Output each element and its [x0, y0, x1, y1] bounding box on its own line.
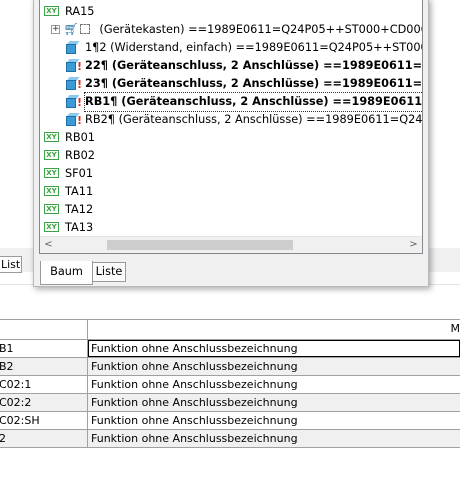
tree-node-label: 22¶ (Geräteanschluss, 2 Anschlüsse) ==19… [85, 59, 423, 72]
scroll-left-icon[interactable]: < [40, 237, 57, 253]
xy-icon: XY [44, 204, 59, 214]
tree-node-label: RB01 [65, 131, 95, 144]
cell-function[interactable]: Funktion ohne Anschlussbezeichnung [88, 394, 460, 411]
cell-designation[interactable]: C02:1 [0, 376, 88, 393]
cell-designation[interactable]: 2 [0, 430, 88, 447]
cell-designation[interactable]: B2 [0, 358, 88, 375]
xy-icon: XY [44, 150, 59, 160]
tree-node-rb02[interactable]: XY RB02 [44, 147, 95, 165]
tree-node-label: TA11 [65, 185, 94, 198]
grid-header-col1[interactable] [0, 320, 88, 339]
background-tab-liste[interactable]: Liste [0, 256, 22, 273]
cube-warning-icon: ! [66, 76, 82, 90]
cell-function[interactable]: Funktion ohne Anschlussbezeichnung [88, 358, 460, 375]
navigator-tree[interactable]: XY RA15 + 🛒︎ (Gerätekasten) ==1989E0611=Q… [39, 0, 423, 254]
screen: Liste M B1 Funktion ohne Anschlussbezeic… [0, 0, 460, 496]
tree-node-widerstand[interactable]: 1¶2 (Widerstand, einfach) ==1989E0611=Q2… [66, 39, 423, 57]
tree-node-label: (Gerätekasten) ==1989E0611=Q24P05++ST000… [99, 23, 423, 36]
tree-node-rb01[interactable]: XY RB01 [44, 129, 95, 147]
navigator-popup: XY RA15 + 🛒︎ (Gerätekasten) ==1989E0611=Q… [33, 0, 429, 287]
cube-warning-icon: ! [66, 112, 82, 126]
tree-node-label: 1¶2 (Widerstand, einfach) ==1989E0611=Q2… [85, 41, 423, 54]
xy-icon: XY [44, 132, 59, 142]
cell-function[interactable]: Funktion ohne Anschlussbezeichnung [88, 376, 460, 393]
tree-node-label: RA15 [65, 5, 95, 18]
tree-node-ra15[interactable]: XY RA15 [44, 3, 95, 21]
cart-icon: 🛒︎ [63, 22, 79, 36]
cell-designation[interactable]: C02:2 [0, 394, 88, 411]
placeholder-box-icon [79, 24, 90, 34]
tree-node-23[interactable]: ! 23¶ (Geräteanschluss, 2 Anschlüsse) ==1… [66, 75, 423, 93]
table-row[interactable]: B2 Funktion ohne Anschlussbezeichnung [0, 358, 460, 376]
xy-icon: XY [44, 222, 59, 232]
tree-node-label: SF01 [65, 167, 94, 180]
expand-icon[interactable]: + [51, 24, 60, 34]
xy-icon: XY [44, 186, 59, 196]
tree-node-22[interactable]: ! 22¶ (Geräteanschluss, 2 Anschlüsse) ==1… [66, 57, 423, 75]
tree-node-label: TA12 [65, 203, 94, 216]
tab-liste[interactable]: Liste [92, 262, 126, 282]
tree-node-label: RB02 [65, 149, 95, 162]
cube-warning-icon: ! [66, 58, 82, 72]
cell-function[interactable]: Funktion ohne Anschlussbezeichnung [88, 412, 460, 429]
tree-node-label: RB2¶ (Geräteanschluss, 2 Anschlüsse) ==1… [85, 113, 423, 126]
tree-node-label: TA13 [65, 221, 94, 234]
tree-node-rb1[interactable]: ! RB1¶ (Geräteanschluss, 2 Anschlüsse) ==… [66, 92, 422, 112]
cell-designation[interactable]: C02:SH [0, 412, 88, 429]
tree-node-geraetekasten[interactable]: + 🛒︎ (Gerätekasten) ==1989E0611=Q24P05++… [51, 21, 423, 39]
tree-node-label: RB1¶ (Geräteanschluss, 2 Anschlüsse) ==1… [84, 92, 422, 112]
tree-node-ta11[interactable]: XY TA11 [44, 183, 93, 201]
scroll-right-icon[interactable]: > [405, 237, 422, 253]
cell-designation[interactable]: B1 [0, 340, 88, 357]
table-row[interactable]: C02:1 Funktion ohne Anschlussbezeichnung [0, 376, 460, 394]
grid-header: M [0, 319, 460, 340]
function-grid: M B1 Funktion ohne Anschlussbezeichnung … [0, 319, 460, 448]
table-row[interactable]: B1 Funktion ohne Anschlussbezeichnung [0, 340, 460, 358]
table-row[interactable]: C02:SH Funktion ohne Anschlussbezeichnun… [0, 412, 460, 430]
xy-icon: XY [44, 6, 59, 16]
tree-node-ta13[interactable]: XY TA13 [44, 219, 93, 237]
table-row[interactable]: C02:2 Funktion ohne Anschlussbezeichnung [0, 394, 460, 412]
tree-node-sf01[interactable]: XY SF01 [44, 165, 93, 183]
cell-function[interactable]: Funktion ohne Anschlussbezeichnung [88, 340, 460, 357]
cube-warning-icon: ! [66, 94, 82, 108]
grid-header-col2[interactable]: M [88, 320, 460, 339]
horizontal-scrollbar[interactable]: < > [40, 236, 422, 253]
tab-baum[interactable]: Baum [40, 261, 93, 285]
table-row[interactable]: 2 Funktion ohne Anschlussbezeichnung [0, 430, 460, 448]
scroll-thumb[interactable] [107, 240, 293, 250]
tree-node-label: 23¶ (Geräteanschluss, 2 Anschlüsse) ==19… [85, 77, 423, 90]
cube-icon [66, 40, 80, 54]
tree-node-rb2[interactable]: ! RB2¶ (Geräteanschluss, 2 Anschlüsse) ==… [66, 111, 423, 129]
tree-node-ta12[interactable]: XY TA12 [44, 201, 93, 219]
cell-function[interactable]: Funktion ohne Anschlussbezeichnung [88, 430, 460, 447]
xy-icon: XY [44, 168, 59, 178]
